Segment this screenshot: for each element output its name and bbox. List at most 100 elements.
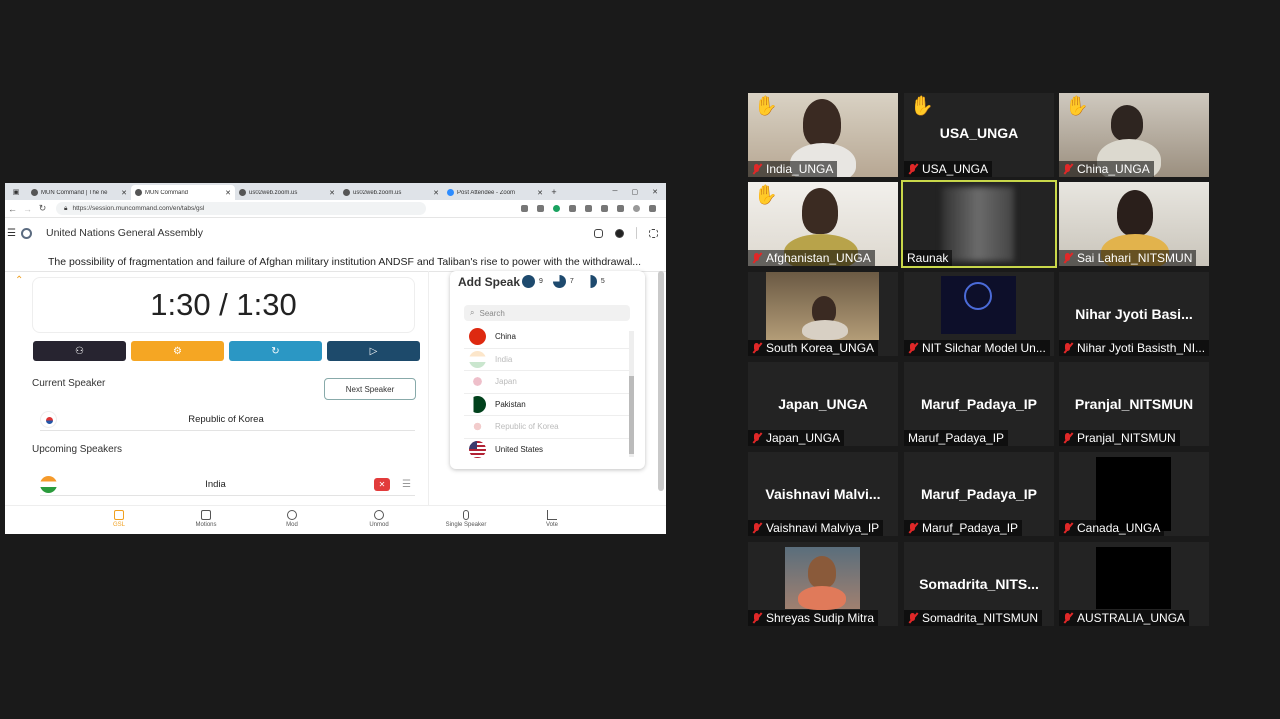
next-speaker-button[interactable]: Next Speaker — [324, 378, 416, 400]
muted-mic-icon — [908, 522, 918, 534]
fullscreen-icon[interactable] — [649, 228, 658, 238]
close-tab-icon[interactable]: ✕ — [537, 189, 543, 197]
participant-tile[interactable]: Sai Lahari_NITSMUN — [1059, 182, 1209, 266]
minimize-icon[interactable]: ─ — [613, 188, 618, 196]
remove-speaker-button[interactable]: ✕ — [374, 478, 391, 491]
bottom-nav: GSL Motions Mod Unmod Single Speaker Vot… — [5, 505, 666, 534]
menu-icon[interactable]: ☰ — [7, 228, 19, 239]
participant-tile[interactable]: Shreyas Sudip Mitra — [748, 542, 898, 626]
nav-unmod[interactable]: Unmod — [349, 510, 409, 528]
participant-video-blurred — [942, 187, 1014, 261]
participant-tile-active-speaker[interactable]: Raunak — [901, 180, 1057, 268]
participant-tile[interactable]: Japan_UNGA Japan_UNGA — [748, 362, 898, 446]
pie-stat-icon — [522, 275, 535, 288]
country-item-india[interactable]: India — [464, 349, 630, 371]
country-name: Republic of Korea — [495, 422, 559, 432]
users-icon: ⚇ — [75, 345, 84, 357]
new-tab-button[interactable]: + — [547, 187, 561, 197]
search-input[interactable]: ⌕ Search — [464, 305, 630, 321]
back-icon[interactable]: ← — [5, 204, 20, 214]
forward-icon[interactable]: → — [20, 204, 35, 214]
korea-flag-icon — [40, 411, 57, 428]
maximize-icon[interactable]: ▢ — [632, 188, 639, 196]
participant-tile[interactable]: Nihar Jyoti Basi... Nihar Jyoti Basisth_… — [1059, 272, 1209, 356]
raised-hand-icon: ✋ — [1065, 96, 1089, 117]
nav-label: Mod — [286, 522, 298, 528]
participant-tile[interactable]: NIT Silchar Model Un... — [904, 272, 1054, 356]
participant-tile[interactable]: Maruf_Padaya_IP Maruf_Padaya_IP — [904, 452, 1054, 536]
country-item-japan[interactable]: Japan — [464, 371, 630, 394]
browser-tab-active[interactable]: MUN Command ✕ — [131, 185, 235, 200]
participant-tile[interactable]: Somadrita_NITS... Somadrita_NITSMUN — [904, 542, 1054, 626]
extension-icon[interactable] — [569, 205, 576, 212]
favorite-icon[interactable] — [521, 205, 528, 212]
tab-actions-icon[interactable]: ▣ — [5, 188, 27, 196]
browser-tab[interactable]: MUN Command | The ne ✕ — [27, 185, 131, 200]
close-tab-icon[interactable]: ✕ — [433, 189, 439, 197]
chevron-up-icon[interactable]: ⌃ — [15, 275, 23, 286]
favorites-icon[interactable] — [601, 205, 608, 212]
scroll-thumb[interactable] — [629, 376, 634, 454]
country-item-pakistan[interactable]: Pakistan — [464, 394, 630, 416]
collections-icon[interactable] — [617, 205, 624, 212]
current-speaker-row: Republic of Korea — [40, 409, 415, 431]
browser-tab[interactable]: us02web.zoom.us ✕ — [339, 185, 443, 200]
participant-tile[interactable]: Canada_UNGA — [1059, 452, 1209, 536]
instagram-icon[interactable] — [594, 228, 603, 238]
nav-label: Unmod — [369, 522, 389, 528]
nav-motions[interactable]: Motions — [176, 510, 236, 528]
participant-name: South Korea_UNGA — [766, 341, 875, 355]
country-item-united-states[interactable]: United States — [464, 439, 630, 461]
nav-gsl[interactable]: GSL — [89, 510, 149, 528]
country-item-korea[interactable]: Republic of Korea — [464, 416, 630, 439]
page-scrollbar[interactable] — [658, 271, 664, 491]
participant-tile[interactable]: Maruf_Padaya_IP Maruf_Padaya_IP — [904, 362, 1054, 446]
participant-name: Sai Lahari_NITSMUN — [1077, 251, 1193, 265]
browser-tab[interactable]: us02web.zoom.us ✕ — [235, 185, 339, 200]
participant-display-name: Somadrita_NITS... — [919, 576, 1039, 592]
participant-tile[interactable]: ✋ China_UNGA — [1059, 93, 1209, 177]
drag-handle-icon[interactable]: ☰ — [402, 479, 411, 490]
refresh-icon[interactable]: ↻ — [35, 203, 50, 214]
participant-video — [798, 586, 846, 610]
extension-icon[interactable] — [585, 205, 592, 212]
speaker-timer: 1:30 / 1:30 — [32, 277, 415, 333]
participants-button[interactable]: ⚇ — [33, 341, 126, 361]
participant-tile[interactable]: ✋ India_UNGA — [748, 93, 898, 177]
participant-video — [1096, 547, 1171, 609]
participant-tile[interactable]: ✋ USA_UNGA USA_UNGA — [904, 93, 1054, 177]
close-tab-icon[interactable]: ✕ — [121, 189, 127, 197]
participant-tile[interactable]: Pranjal_NITSMUN Pranjal_NITSMUN — [1059, 362, 1209, 446]
close-window-icon[interactable]: ✕ — [652, 188, 658, 196]
extension-icon[interactable] — [537, 205, 544, 212]
participant-tile[interactable]: Vaishnavi Malvi... Vaishnavi Malviya_IP — [748, 452, 898, 536]
participant-name: Maruf_Padaya_IP — [908, 431, 1005, 445]
close-tab-icon[interactable]: ✕ — [225, 189, 231, 197]
nav-mod[interactable]: Mod — [262, 510, 322, 528]
country-item-china[interactable]: China — [464, 326, 630, 349]
play-button[interactable]: ▷ — [327, 341, 420, 361]
walk-icon — [201, 510, 211, 520]
spotify-icon[interactable] — [615, 228, 624, 238]
nav-vote[interactable]: Vote — [522, 510, 582, 528]
nav-single-speaker[interactable]: Single Speaker — [436, 510, 496, 528]
play-icon: ▷ — [369, 345, 378, 357]
muted-mic-icon — [752, 342, 762, 354]
raised-hand-icon: ✋ — [754, 185, 778, 206]
url-field[interactable]: 🔒︎ https://session.muncommand.com/en/tabs… — [56, 202, 426, 215]
tab-title: Post Attendee - Zoom — [457, 189, 516, 196]
browser-tab[interactable]: Post Attendee - Zoom ✕ — [443, 185, 547, 200]
participant-tile[interactable]: South Korea_UNGA — [748, 272, 898, 356]
grammarly-icon[interactable] — [553, 205, 560, 212]
upcoming-speaker-row[interactable]: India ✕ ☰ — [40, 474, 415, 496]
participant-tile[interactable]: AUSTRALIA_UNGA — [1059, 542, 1209, 626]
list-scrollbar[interactable] — [629, 331, 634, 457]
profile-icon[interactable] — [633, 205, 640, 212]
muted-mic-icon — [752, 432, 762, 444]
settings-button[interactable]: ⚙ — [131, 341, 224, 361]
more-icon[interactable] — [649, 205, 656, 212]
chat-icon — [287, 510, 297, 520]
participant-tile[interactable]: ✋ Afghanistan_UNGA — [748, 182, 898, 266]
reset-button[interactable]: ↻ — [229, 341, 322, 361]
close-tab-icon[interactable]: ✕ — [329, 189, 335, 197]
